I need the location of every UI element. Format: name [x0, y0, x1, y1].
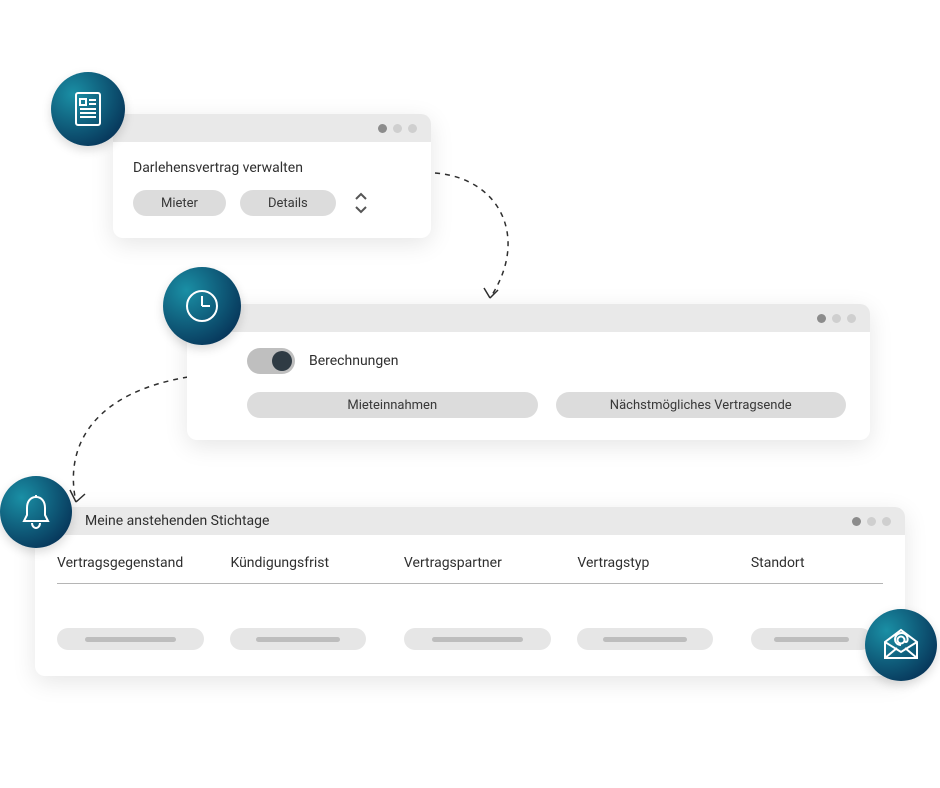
pill-mieteinnahmen[interactable]: Mieteinnahmen [247, 392, 538, 418]
badge-mail [865, 609, 937, 681]
card-header [187, 304, 870, 332]
document-icon [70, 89, 106, 129]
clock-icon [182, 286, 222, 326]
cell-placeholder [404, 628, 551, 650]
traffic-dot [867, 517, 876, 526]
col-vertragspartner: Vertragspartner [404, 555, 577, 584]
pill-details[interactable]: Details [240, 190, 336, 216]
card-header: Meine anstehenden Stichtage [35, 507, 905, 535]
pill-mieter[interactable]: Mieter [133, 190, 226, 216]
card-header [113, 114, 431, 142]
cell-placeholder [230, 628, 365, 650]
cell-placeholder [577, 628, 712, 650]
traffic-dot [852, 517, 861, 526]
toggle-label: Berechnungen [309, 353, 398, 369]
deadlines-table: Vertragsgegenstand Kündigungsfrist Vertr… [57, 555, 883, 650]
col-vertragsgegenstand: Vertragsgegenstand [57, 555, 230, 584]
chevron-down-icon [354, 204, 368, 214]
card-calculations: Berechnungen Mieteinnahmen Nächstmöglich… [187, 304, 870, 440]
cell-placeholder [751, 628, 873, 650]
card-manage-loan-contract: Darlehensvertrag verwalten Mieter Detail… [113, 114, 431, 238]
window-controls [817, 314, 856, 323]
card-title: Meine anstehenden Stichtage [85, 513, 269, 529]
traffic-dot [882, 517, 891, 526]
traffic-dot [408, 124, 417, 133]
cell-placeholder [57, 628, 204, 650]
traffic-dot [378, 124, 387, 133]
traffic-dot [847, 314, 856, 323]
traffic-dot [393, 124, 402, 133]
toggle-knob [272, 351, 292, 371]
traffic-dot [817, 314, 826, 323]
col-vertragstyp: Vertragstyp [577, 555, 750, 584]
col-kuendigungsfrist: Kündigungsfrist [230, 555, 403, 584]
traffic-dot [832, 314, 841, 323]
toggle-calculations[interactable] [247, 348, 295, 374]
card-title: Darlehensvertrag verwalten [133, 160, 411, 176]
col-standort: Standort [751, 555, 883, 584]
mail-at-icon [881, 628, 921, 662]
flow-arrow-1 [430, 168, 550, 313]
window-controls [378, 124, 417, 133]
chevron-up-icon [354, 192, 368, 202]
bell-icon [19, 493, 53, 531]
flow-arrow-2 [58, 372, 198, 517]
badge-document [51, 72, 125, 146]
table-row [57, 606, 883, 650]
badge-bell [0, 476, 72, 548]
card-upcoming-dates: Meine anstehenden Stichtage Vertragsgege… [35, 507, 905, 676]
pill-vertragsende[interactable]: Nächstmögliches Vertragsende [556, 392, 847, 418]
badge-clock [163, 267, 241, 345]
window-controls [852, 517, 891, 526]
scroll-indicator[interactable] [354, 192, 368, 214]
